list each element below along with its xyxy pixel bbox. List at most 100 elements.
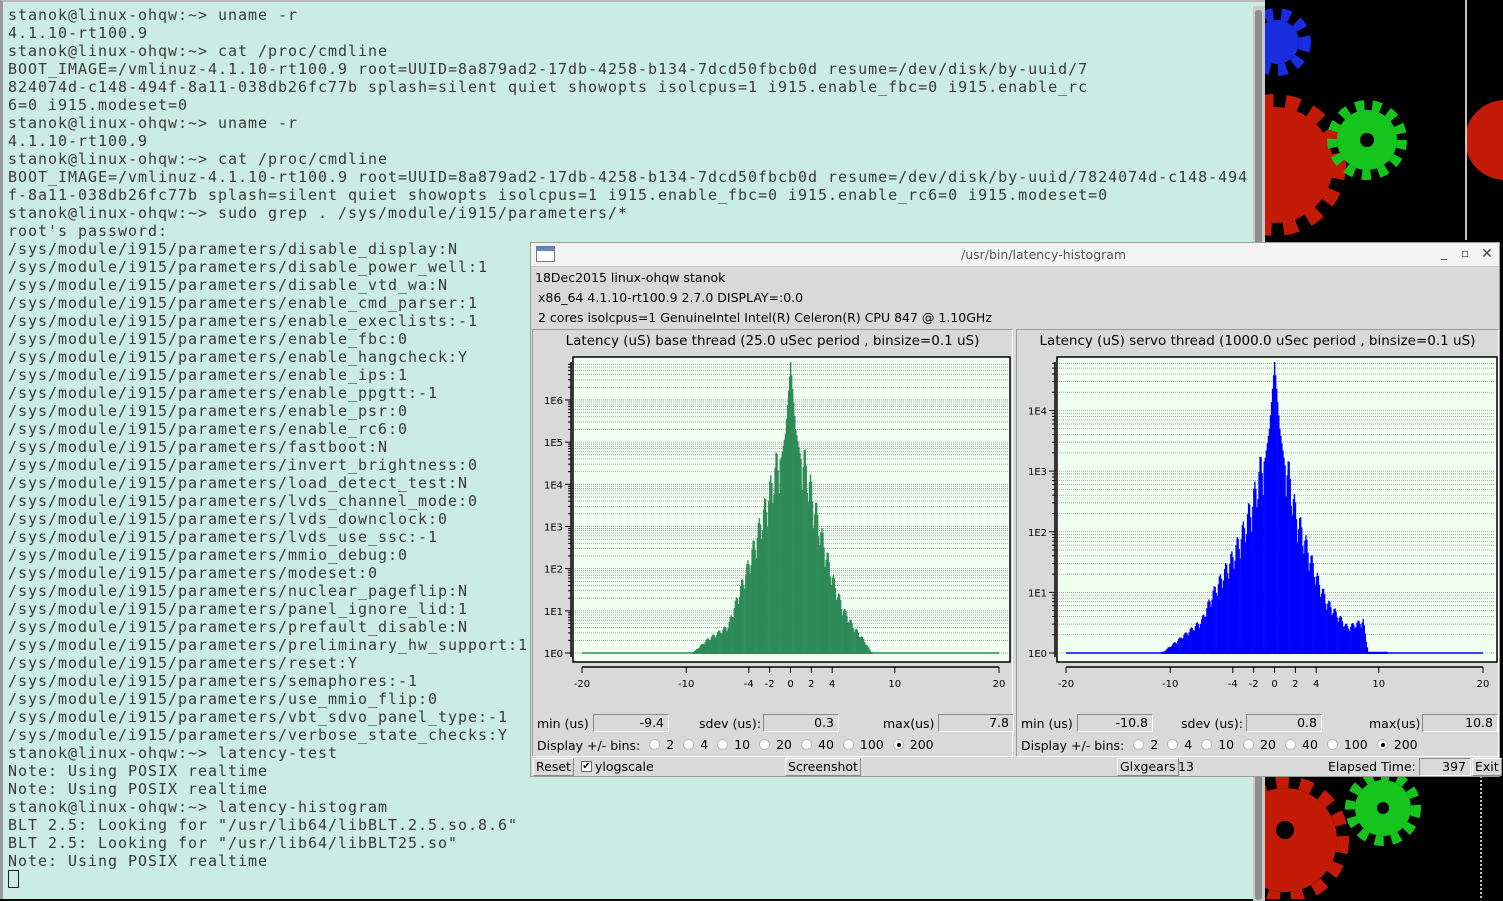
chart-title: Latency (uS) base thread (25.0 uSec peri… <box>565 333 980 349</box>
terminal-line: 6=0 i915.modeset=0 <box>8 96 189 114</box>
y-tick-label: 1E5 <box>544 438 563 449</box>
x-tick-label: 2 <box>1292 679 1298 690</box>
sdev-field[interactable]: 0.8 <box>1246 714 1322 732</box>
y-tick-label: 1E3 <box>544 522 563 533</box>
terminal-line: 4.1.10-rt100.9 <box>8 24 149 42</box>
histogram-bar <box>1386 651 1388 654</box>
bins-label: Display +/- bins: <box>537 738 641 753</box>
cpu-info: 2 cores isolcpus=1 GenuineIntel Intel(R)… <box>538 310 992 325</box>
terminal-line: f-8a11-038db26fc77b splash=silent quiet … <box>8 186 1109 204</box>
radio-icon[interactable] <box>1133 739 1145 750</box>
bins-radio-40[interactable]: 40 <box>1285 737 1318 752</box>
minimize-button[interactable]: _ <box>1436 246 1452 262</box>
terminal-line: BLT 2.5: Looking for "/usr/lib64/libBLT.… <box>8 816 519 834</box>
screenshot-button[interactable]: Screenshot <box>785 758 861 776</box>
maximize-button[interactable]: ▫ <box>1457 246 1473 262</box>
bins-radio-10[interactable]: 10 <box>1201 737 1234 752</box>
bins-radio-4[interactable]: 4 <box>683 737 708 752</box>
bins-radio-100[interactable]: 100 <box>842 737 884 752</box>
radio-icon[interactable] <box>717 739 729 750</box>
terminal-line: BOOT_IMAGE=/vmlinuz-4.1.10-rt100.9 root=… <box>8 60 1089 78</box>
x-tick-label: 20 <box>1477 679 1490 690</box>
exit-button[interactable]: Exit <box>1472 758 1502 776</box>
checkbox-checked-icon[interactable]: ✔ <box>581 761 592 772</box>
bins-radio-200[interactable]: 200 <box>1376 737 1418 752</box>
radio-icon[interactable] <box>1285 739 1296 750</box>
radio-label: 200 <box>909 737 934 752</box>
bins-radio-4[interactable]: 4 <box>1167 737 1192 752</box>
radio-label: 20 <box>776 737 792 752</box>
radio-icon[interactable] <box>801 739 812 750</box>
min-label: min (us) <box>537 716 589 731</box>
y-tick-label: 1E2 <box>544 565 563 576</box>
y-tick-label: 1E6 <box>544 396 563 407</box>
radio-icon[interactable] <box>1167 739 1179 750</box>
x-tick-label: 0 <box>787 679 793 690</box>
bins-radio-20[interactable]: 20 <box>759 737 792 752</box>
terminal-prompt-line <box>8 870 1248 888</box>
radio-icon[interactable] <box>1201 739 1213 750</box>
elapsed-field: 397 <box>1419 758 1471 776</box>
radio-label: 4 <box>700 737 709 752</box>
radio-icon[interactable] <box>842 739 854 750</box>
bins-radio-200[interactable]: 200 <box>892 737 934 752</box>
y-tick-label: 1E1 <box>1028 588 1047 599</box>
x-tick-label: 0 <box>1271 679 1277 690</box>
terminal-line: root's password: <box>8 222 169 240</box>
x-tick-label: 4 <box>829 679 835 690</box>
terminal-line: stanok@linux-ohqw:~> cat /proc/cmdline <box>8 42 389 60</box>
radio-icon[interactable] <box>683 739 695 750</box>
system-info: x86_64 4.1.10-rt100.9 2.7.0 DISPLAY=:0.0 <box>538 290 804 305</box>
x-tick-label: 20 <box>993 679 1006 690</box>
x-tick-label: 10 <box>1372 679 1385 690</box>
radio-icon[interactable] <box>1376 739 1388 750</box>
x-tick-label: 4 <box>1313 679 1319 690</box>
ylogscale-label: ylogscale <box>595 759 654 774</box>
bins-radio-20[interactable]: 20 <box>1243 737 1276 752</box>
bins-label: Display +/- bins: <box>1021 738 1125 753</box>
sdev-field[interactable]: 0.3 <box>763 714 839 732</box>
min-field[interactable]: -10.8 <box>1077 714 1153 732</box>
bins-radio-2[interactable]: 2 <box>649 737 674 752</box>
terminal-line: 824074d-c148-494f-8a11-038db26fc77b spla… <box>8 78 1089 96</box>
x-tick-label: -10 <box>1162 679 1178 690</box>
reset-button[interactable]: Reset <box>533 758 574 776</box>
y-tick-label: 1E0 <box>1028 649 1047 660</box>
x-tick-label: -2 <box>765 679 775 690</box>
radio-label: 20 <box>1260 737 1276 752</box>
y-tick-label: 1E4 <box>544 480 563 491</box>
x-tick-label: 10 <box>888 679 901 690</box>
y-tick-label: 1E3 <box>1028 467 1047 478</box>
radio-icon[interactable] <box>1243 739 1255 750</box>
terminal-line: Note: Using POSIX realtime <box>8 780 269 798</box>
x-tick-label: -20 <box>1058 679 1074 690</box>
bins-radio-10[interactable]: 10 <box>717 737 750 752</box>
radio-icon[interactable] <box>1326 739 1338 750</box>
glxgears-button[interactable]: Glxgears <box>1117 758 1179 776</box>
min-field[interactable]: -9.4 <box>593 714 669 732</box>
max-field[interactable]: 10.8 <box>1422 714 1498 732</box>
base-thread-panel: Latency (uS) base thread (25.0 uSec peri… <box>532 329 1014 757</box>
y-tick-label: 1E0 <box>544 649 563 660</box>
host-info: 18Dec2015 linux-ohqw stanok <box>535 270 726 285</box>
radio-icon[interactable] <box>649 739 661 750</box>
ylogscale-checkbox[interactable]: ✔ ylogscale <box>581 759 654 774</box>
window-titlebar[interactable]: /usr/bin/latency-histogram _ ▫ ✕ <box>531 243 1499 267</box>
terminal-line: stanok@linux-ohqw:~> uname -r <box>8 114 299 132</box>
window-title: /usr/bin/latency-histogram <box>961 247 1127 262</box>
bins-radio-40[interactable]: 40 <box>801 737 834 752</box>
x-tick-label: -4 <box>744 679 754 690</box>
max-field[interactable]: 7.8 <box>938 714 1014 732</box>
x-tick-label: -20 <box>574 679 590 690</box>
glxgears-count: 13 <box>1178 759 1194 774</box>
terminal-line: stanok@linux-ohqw:~> sudo grep . /sys/mo… <box>8 204 629 222</box>
latency-histogram-window: /usr/bin/latency-histogram _ ▫ ✕ 18Dec20… <box>530 242 1502 777</box>
bins-radio-2[interactable]: 2 <box>1133 737 1158 752</box>
servo-thread-histogram: 1E01E11E21E31E4-20 -10 -4 -2 0 2 4 10 20 <box>1028 356 1498 690</box>
terminal-line: 4.1.10-rt100.9 <box>8 132 149 150</box>
radio-icon[interactable] <box>892 739 904 750</box>
close-button[interactable]: ✕ <box>1479 246 1495 262</box>
radio-icon[interactable] <box>759 739 771 750</box>
terminal-line: BOOT_IMAGE=/vmlinuz-4.1.10-rt100.9 root=… <box>8 168 1249 186</box>
bins-radio-100[interactable]: 100 <box>1326 737 1368 752</box>
